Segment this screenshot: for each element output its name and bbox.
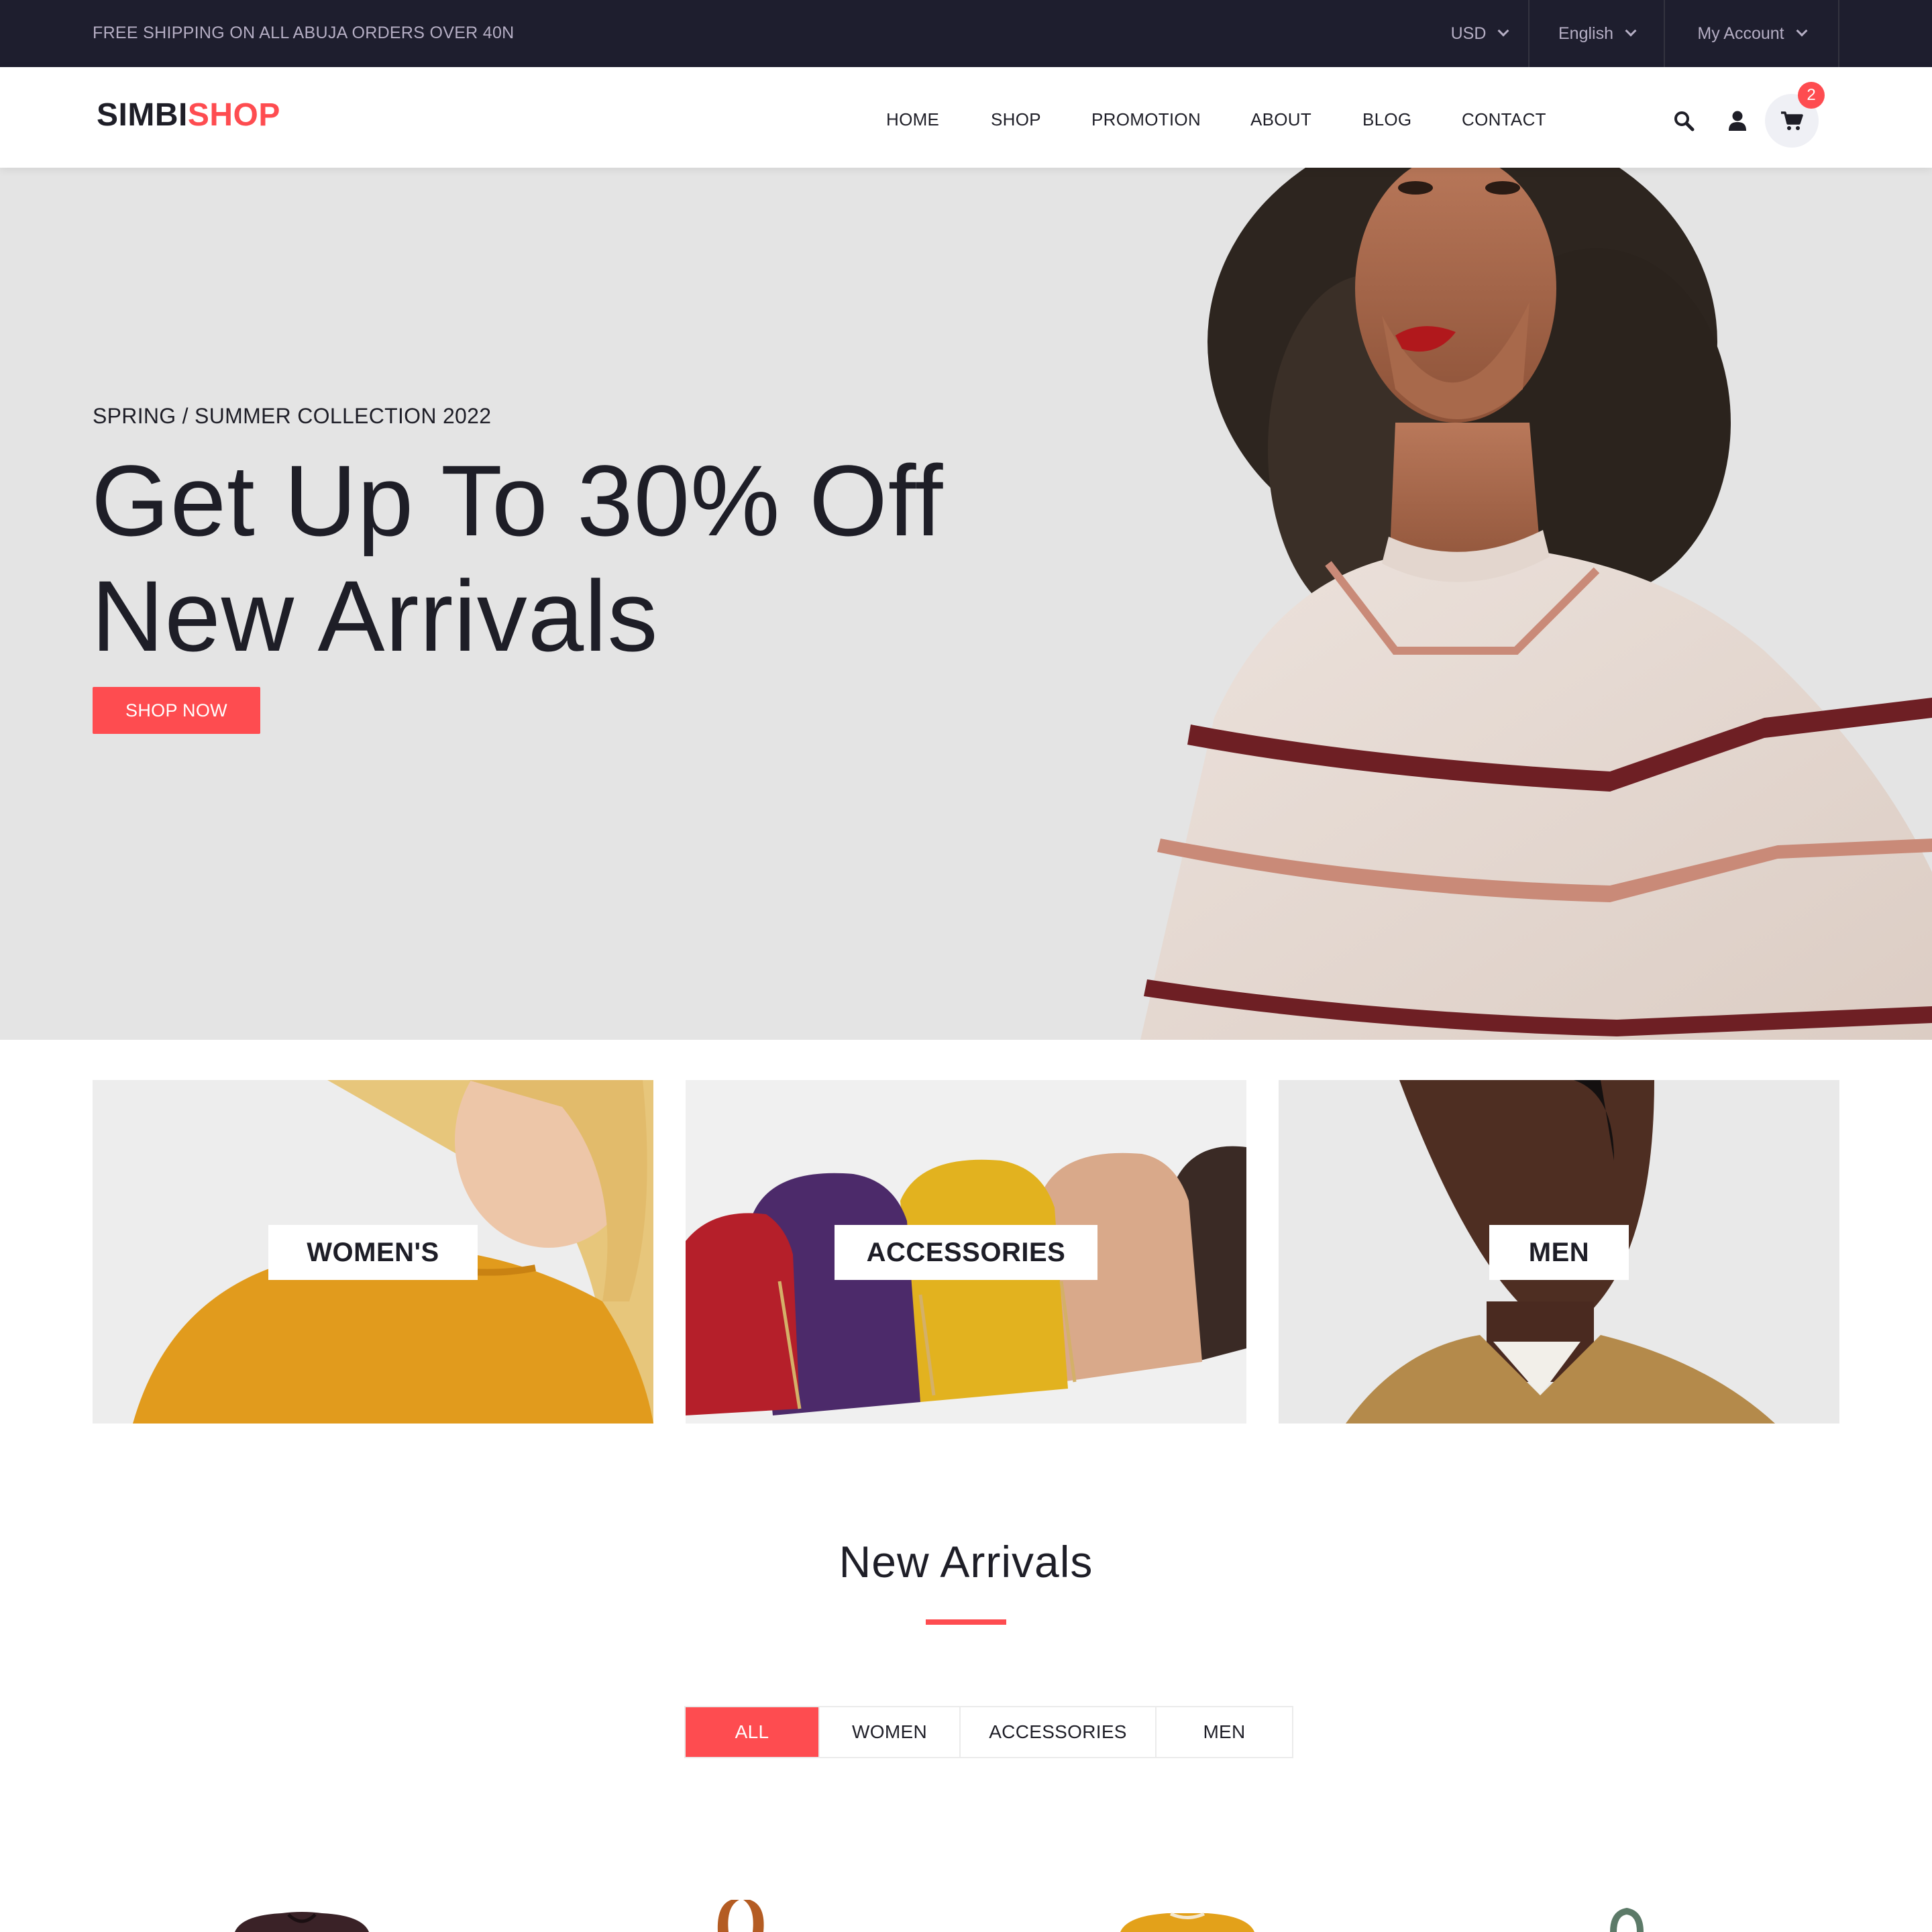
account-label: My Account bbox=[1697, 23, 1784, 43]
nav-about[interactable]: ABOUT bbox=[1250, 67, 1311, 168]
new-arrivals-title: New Arrivals bbox=[839, 1537, 1093, 1587]
hero-headline-line1: Get Up To 30% Off bbox=[91, 444, 944, 557]
womens-label: WOMEN'S bbox=[268, 1225, 478, 1280]
hero-slider: SPRING / SUMMER COLLECTION 2022 Get Up T… bbox=[0, 168, 1932, 1040]
filter-accessories[interactable]: ACCESSORIES bbox=[961, 1707, 1157, 1757]
nav-home[interactable]: HOME bbox=[886, 67, 939, 168]
main-header: SIMBISHOP HOME SHOP PROMOTION ABOUT BLOG… bbox=[0, 67, 1932, 168]
chevron-down-icon bbox=[1497, 25, 1509, 37]
filter-women[interactable]: WOMEN bbox=[820, 1707, 961, 1757]
chevron-down-icon bbox=[1625, 25, 1637, 37]
logo-text-primary: SIMBI bbox=[97, 97, 188, 133]
topbar-divider bbox=[1838, 0, 1839, 67]
cart-count-badge: 2 bbox=[1798, 82, 1825, 109]
product-image-sweater[interactable] bbox=[1114, 1912, 1261, 1932]
top-bar: FREE SHIPPING ON ALL ABUJA ORDERS OVER 4… bbox=[0, 0, 1932, 67]
site-logo[interactable]: SIMBISHOP bbox=[97, 97, 280, 133]
nav-promotion[interactable]: PROMOTION bbox=[1091, 67, 1201, 168]
accessories-label: ACCESSORIES bbox=[835, 1225, 1097, 1280]
product-image-bag[interactable] bbox=[711, 1898, 771, 1932]
language-label: English bbox=[1558, 23, 1613, 43]
title-underline bbox=[926, 1619, 1006, 1625]
filter-all[interactable]: ALL bbox=[686, 1707, 820, 1757]
search-icon[interactable] bbox=[1670, 107, 1697, 134]
banner-men[interactable]: MEN bbox=[1279, 1080, 1839, 1424]
user-icon[interactable] bbox=[1724, 106, 1751, 136]
arrivals-filter-tabs: ALL WOMEN ACCESSORIES MEN bbox=[684, 1706, 1293, 1758]
product-image-backpack[interactable] bbox=[1597, 1905, 1657, 1932]
account-dropdown[interactable]: My Account bbox=[1665, 0, 1838, 67]
banner-accessories[interactable]: ACCESSORIES bbox=[686, 1080, 1246, 1424]
banner-womens[interactable]: WOMEN'S bbox=[93, 1080, 653, 1424]
hero-model-image bbox=[993, 168, 1932, 1040]
nav-blog[interactable]: BLOG bbox=[1362, 67, 1411, 168]
product-image-hoodie[interactable] bbox=[228, 1912, 376, 1932]
logo-text-accent: SHOP bbox=[187, 97, 280, 133]
men-label: MEN bbox=[1489, 1225, 1629, 1280]
currency-label: USD bbox=[1450, 23, 1487, 43]
currency-dropdown[interactable]: USD bbox=[1429, 0, 1529, 67]
hero-headline-line2: New Arrivals bbox=[91, 559, 659, 672]
shop-now-button[interactable]: SHOP NOW bbox=[93, 687, 260, 734]
shipping-promo-text: FREE SHIPPING ON ALL ABUJA ORDERS OVER 4… bbox=[93, 23, 515, 42]
cart-icon bbox=[1781, 111, 1803, 130]
language-dropdown[interactable]: English bbox=[1529, 0, 1664, 67]
filter-men[interactable]: MEN bbox=[1157, 1707, 1292, 1757]
hero-subtitle: SPRING / SUMMER COLLECTION 2022 bbox=[93, 404, 492, 428]
nav-shop[interactable]: SHOP bbox=[991, 67, 1041, 168]
nav-contact[interactable]: CONTACT bbox=[1462, 67, 1546, 168]
chevron-down-icon bbox=[1796, 25, 1808, 37]
hero-headline: Get Up To 30% Off New Arrivals bbox=[91, 443, 943, 674]
